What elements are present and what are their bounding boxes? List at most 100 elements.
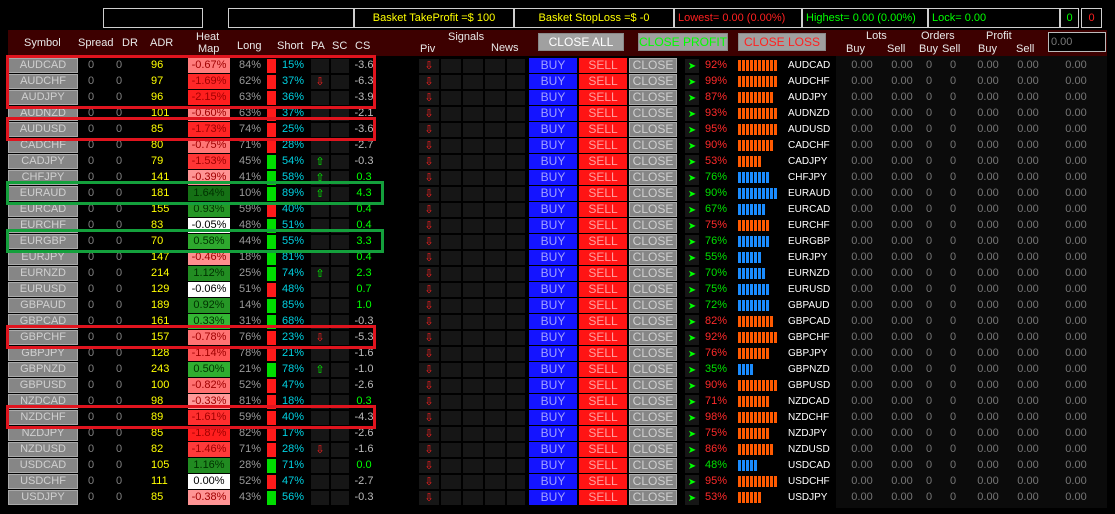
close-button[interactable]: CLOSE	[629, 138, 677, 153]
symbol-button[interactable]: GBPCAD	[8, 314, 78, 329]
sell-button[interactable]: SELL	[579, 282, 627, 297]
buy-button[interactable]: BUY	[529, 426, 577, 441]
symbol-button[interactable]: GBPNZD	[8, 362, 78, 377]
play-arrow-icon[interactable]: ➤	[685, 347, 699, 361]
play-arrow-icon[interactable]: ➤	[685, 299, 699, 313]
close-button[interactable]: CLOSE	[629, 106, 677, 121]
sell-button[interactable]: SELL	[579, 346, 627, 361]
close-button[interactable]: CLOSE	[629, 394, 677, 409]
symbol-button[interactable]: EURAUD	[8, 186, 78, 201]
top-input-box[interactable]	[103, 8, 203, 28]
play-arrow-icon[interactable]: ➤	[685, 91, 699, 105]
buy-button[interactable]: BUY	[529, 186, 577, 201]
symbol-button[interactable]: GBPCHF	[8, 330, 78, 345]
close-button[interactable]: CLOSE	[629, 282, 677, 297]
symbol-button[interactable]: EURUSD	[8, 282, 78, 297]
sell-button[interactable]: SELL	[579, 202, 627, 217]
symbol-button[interactable]: AUDCHF	[8, 74, 78, 89]
close-button[interactable]: CLOSE	[629, 122, 677, 137]
buy-button[interactable]: BUY	[529, 442, 577, 457]
buy-button[interactable]: BUY	[529, 362, 577, 377]
buy-button[interactable]: BUY	[529, 250, 577, 265]
symbol-button[interactable]: CADJPY	[8, 154, 78, 169]
buy-button[interactable]: BUY	[529, 266, 577, 281]
buy-button[interactable]: BUY	[529, 330, 577, 345]
buy-button[interactable]: BUY	[529, 218, 577, 233]
sell-button[interactable]: SELL	[579, 74, 627, 89]
play-arrow-icon[interactable]: ➤	[685, 411, 699, 425]
play-arrow-icon[interactable]: ➤	[685, 363, 699, 377]
sell-button[interactable]: SELL	[579, 314, 627, 329]
close-button[interactable]: CLOSE	[629, 202, 677, 217]
close-button[interactable]: CLOSE	[629, 410, 677, 425]
symbol-button[interactable]: EURJPY	[8, 250, 78, 265]
buy-button[interactable]: BUY	[529, 314, 577, 329]
buy-button[interactable]: BUY	[529, 74, 577, 89]
close-button[interactable]: CLOSE	[629, 234, 677, 249]
sell-button[interactable]: SELL	[579, 154, 627, 169]
sell-button[interactable]: SELL	[579, 298, 627, 313]
symbol-button[interactable]: AUDCAD	[8, 58, 78, 73]
buy-button[interactable]: BUY	[529, 298, 577, 313]
symbol-button[interactable]: EURGBP	[8, 234, 78, 249]
header-input[interactable]: 0.00	[1048, 32, 1106, 52]
play-arrow-icon[interactable]: ➤	[685, 475, 699, 489]
sell-button[interactable]: SELL	[579, 378, 627, 393]
close-button[interactable]: CLOSE	[629, 346, 677, 361]
play-arrow-icon[interactable]: ➤	[685, 235, 699, 249]
play-arrow-icon[interactable]: ➤	[685, 59, 699, 73]
play-arrow-icon[interactable]: ➤	[685, 123, 699, 137]
buy-button[interactable]: BUY	[529, 490, 577, 505]
sell-button[interactable]: SELL	[579, 170, 627, 185]
close-loss-button[interactable]: CLOSE LOSS	[738, 33, 826, 51]
buy-button[interactable]: BUY	[529, 346, 577, 361]
symbol-button[interactable]: NZDJPY	[8, 426, 78, 441]
sell-button[interactable]: SELL	[579, 442, 627, 457]
play-arrow-icon[interactable]: ➤	[685, 443, 699, 457]
sell-button[interactable]: SELL	[579, 218, 627, 233]
close-all-button[interactable]: CLOSE ALL	[538, 33, 624, 51]
close-button[interactable]: CLOSE	[629, 442, 677, 457]
buy-button[interactable]: BUY	[529, 378, 577, 393]
sell-button[interactable]: SELL	[579, 250, 627, 265]
close-button[interactable]: CLOSE	[629, 298, 677, 313]
symbol-button[interactable]: USDCHF	[8, 474, 78, 489]
symbol-button[interactable]: EURNZD	[8, 266, 78, 281]
symbol-button[interactable]: GBPUSD	[8, 378, 78, 393]
play-arrow-icon[interactable]: ➤	[685, 395, 699, 409]
symbol-button[interactable]: CHFJPY	[8, 170, 78, 185]
symbol-button[interactable]: AUDNZD	[8, 106, 78, 121]
buy-button[interactable]: BUY	[529, 202, 577, 217]
sell-button[interactable]: SELL	[579, 266, 627, 281]
play-arrow-icon[interactable]: ➤	[685, 171, 699, 185]
sell-button[interactable]: SELL	[579, 106, 627, 121]
play-arrow-icon[interactable]: ➤	[685, 491, 699, 505]
play-arrow-icon[interactable]: ➤	[685, 459, 699, 473]
play-arrow-icon[interactable]: ➤	[685, 219, 699, 233]
close-button[interactable]: CLOSE	[629, 314, 677, 329]
play-arrow-icon[interactable]: ➤	[685, 203, 699, 217]
sell-button[interactable]: SELL	[579, 234, 627, 249]
play-arrow-icon[interactable]: ➤	[685, 75, 699, 89]
close-button[interactable]: CLOSE	[629, 74, 677, 89]
close-button[interactable]: CLOSE	[629, 266, 677, 281]
play-arrow-icon[interactable]: ➤	[685, 251, 699, 265]
buy-button[interactable]: BUY	[529, 170, 577, 185]
play-arrow-icon[interactable]: ➤	[685, 427, 699, 441]
play-arrow-icon[interactable]: ➤	[685, 107, 699, 121]
symbol-button[interactable]: AUDUSD	[8, 122, 78, 137]
buy-button[interactable]: BUY	[529, 90, 577, 105]
close-button[interactable]: CLOSE	[629, 474, 677, 489]
close-button[interactable]: CLOSE	[629, 426, 677, 441]
buy-button[interactable]: BUY	[529, 138, 577, 153]
symbol-button[interactable]: EURCHF	[8, 218, 78, 233]
sell-button[interactable]: SELL	[579, 330, 627, 345]
close-button[interactable]: CLOSE	[629, 154, 677, 169]
sell-button[interactable]: SELL	[579, 122, 627, 137]
buy-button[interactable]: BUY	[529, 458, 577, 473]
symbol-button[interactable]: AUDJPY	[8, 90, 78, 105]
buy-button[interactable]: BUY	[529, 58, 577, 73]
buy-button[interactable]: BUY	[529, 394, 577, 409]
symbol-button[interactable]: CADCHF	[8, 138, 78, 153]
play-arrow-icon[interactable]: ➤	[685, 283, 699, 297]
